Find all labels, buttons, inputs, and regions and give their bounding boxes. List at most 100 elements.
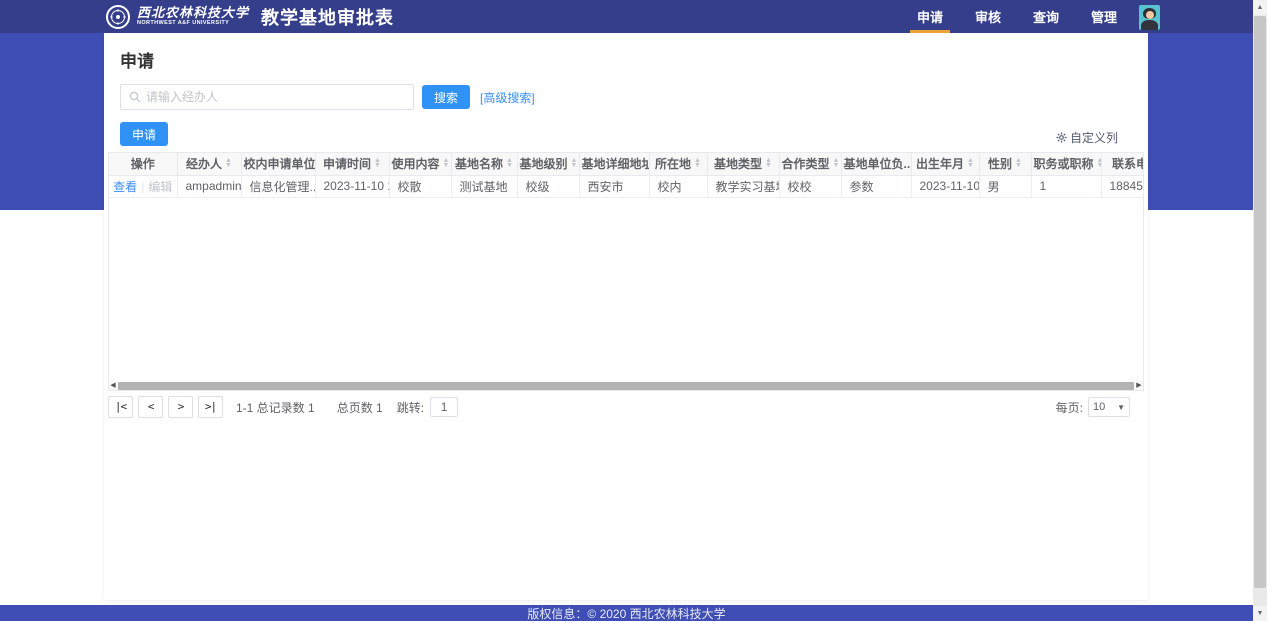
search-box[interactable] xyxy=(120,84,414,110)
page-viewport: 西北农林科技大学 NORTHWEST A&F UNIVERSITY 教学基地审批… xyxy=(0,0,1267,621)
table-header-row: 操作经办人▲▼校内申请单位▲▼申请时间▲▼使用内容▲▼基地名称▲▼基地级别▲▼基… xyxy=(109,153,1144,175)
column-label: 性别 xyxy=(988,155,1012,172)
sort-arrows-icon[interactable]: ▲▼ xyxy=(225,159,232,168)
vscroll-up-arrow-icon[interactable]: ▲ xyxy=(1253,0,1267,15)
search-icon xyxy=(129,91,141,103)
next-page-button[interactable]: > xyxy=(168,396,193,418)
copyright-footer: 版权信息：© 2020 西北农林科技大学 xyxy=(0,605,1253,621)
column-header-15[interactable]: 联系电话▲▼ xyxy=(1101,153,1144,175)
search-input[interactable] xyxy=(146,90,405,104)
column-label: 使用内容 xyxy=(392,155,440,172)
table-cell: 2023-11-10 xyxy=(911,175,979,197)
sort-arrows-icon[interactable]: ▲▼ xyxy=(765,159,772,168)
hscroll-left-arrow-icon[interactable]: ◀ xyxy=(109,381,117,390)
column-header-1[interactable]: 经办人▲▼ xyxy=(177,153,241,175)
table-cell: 信息化管理... xyxy=(241,175,315,197)
table-cell: 校散 xyxy=(389,175,451,197)
column-header-6[interactable]: 基地级别▲▼ xyxy=(517,153,579,175)
column-label: 联系电话 xyxy=(1112,155,1144,172)
column-header-4[interactable]: 使用内容▲▼ xyxy=(389,153,451,175)
sort-arrows-icon[interactable]: ▲▼ xyxy=(571,159,578,168)
edit-link[interactable]: 编辑 xyxy=(148,180,172,194)
customize-columns-button[interactable]: 自定义列 xyxy=(1056,129,1118,146)
advanced-search-link[interactable]: [高级搜索] xyxy=(480,89,535,106)
last-page-button[interactable]: >| xyxy=(198,396,223,418)
apply-button[interactable]: 申请 xyxy=(120,122,168,146)
column-header-11[interactable]: 基地单位负...▲▼ xyxy=(841,153,911,175)
hscroll-thumb[interactable] xyxy=(118,382,1134,390)
column-label: 申请时间 xyxy=(323,155,371,172)
content-card: 申请 搜索 [高级搜索] 申请 xyxy=(104,33,1148,600)
first-page-button[interactable]: |< xyxy=(108,396,133,418)
column-label: 校内申请单位 xyxy=(244,155,316,172)
top-header-bar: 西北农林科技大学 NORTHWEST A&F UNIVERSITY 教学基地审批… xyxy=(0,0,1253,33)
chevron-down-icon: ▼ xyxy=(1117,403,1125,412)
column-header-7[interactable]: 基地详细地址▲▼ xyxy=(579,153,649,175)
university-emblem xyxy=(109,8,127,26)
column-label: 合作类型 xyxy=(782,155,830,172)
vscroll-down-arrow-icon[interactable]: ▼ xyxy=(1253,606,1267,621)
nav-tab-0[interactable]: 申请 xyxy=(910,0,950,33)
search-row: 搜索 [高级搜索] xyxy=(120,84,1132,110)
table-cell: 1 xyxy=(1031,175,1101,197)
university-name-cn: 西北农林科技大学 xyxy=(137,6,249,19)
nav-tab-1[interactable]: 审核 xyxy=(968,0,1008,33)
avatar-face xyxy=(1146,11,1154,19)
column-header-2[interactable]: 校内申请单位▲▼ xyxy=(241,153,315,175)
column-label: 职务或职称 xyxy=(1034,155,1094,172)
table-cell: 西安市 xyxy=(579,175,649,197)
horizontal-scrollbar[interactable]: ◀ ▶ xyxy=(109,381,1143,390)
table-cell: 2023-11-10 1... xyxy=(315,175,389,197)
page-title: 申请 xyxy=(120,47,1132,72)
table-container: 操作经办人▲▼校内申请单位▲▼申请时间▲▼使用内容▲▼基地名称▲▼基地级别▲▼基… xyxy=(108,152,1144,391)
column-header-3[interactable]: 申请时间▲▼ xyxy=(315,153,389,175)
jump-page-input[interactable] xyxy=(430,397,458,417)
column-header-10[interactable]: 合作类型▲▼ xyxy=(779,153,841,175)
nav-tab-2[interactable]: 查询 xyxy=(1026,0,1066,33)
column-header-8[interactable]: 所在地▲▼ xyxy=(649,153,707,175)
sort-arrows-icon[interactable]: ▲▼ xyxy=(833,159,840,168)
sort-arrows-icon[interactable]: ▲▼ xyxy=(694,159,701,168)
per-page-select[interactable]: 10 ▼ xyxy=(1088,397,1130,417)
view-link[interactable]: 查看 xyxy=(113,180,137,194)
record-range-text: 1-1 总记录数 1 xyxy=(236,399,315,416)
column-header-12[interactable]: 出生年月▲▼ xyxy=(911,153,979,175)
column-header-9[interactable]: 基地类型▲▼ xyxy=(707,153,779,175)
prev-page-button[interactable]: < xyxy=(138,396,163,418)
column-header-14[interactable]: 职务或职称▲▼ xyxy=(1031,153,1101,175)
column-header-5[interactable]: 基地名称▲▼ xyxy=(451,153,517,175)
app-title: 教学基地审批表 xyxy=(261,4,394,30)
user-avatar[interactable] xyxy=(1139,5,1160,30)
search-button[interactable]: 搜索 xyxy=(422,85,470,109)
sort-arrows-icon[interactable]: ▲▼ xyxy=(374,159,381,168)
column-label: 基地详细地址 xyxy=(582,155,650,172)
sort-arrows-icon[interactable]: ▲▼ xyxy=(506,159,513,168)
sort-arrows-icon[interactable]: ▲▼ xyxy=(1015,159,1022,168)
hscroll-right-arrow-icon[interactable]: ▶ xyxy=(1135,381,1143,390)
vertical-scrollbar[interactable]: ▲ ▼ xyxy=(1253,0,1267,621)
nav-tab-3[interactable]: 管理 xyxy=(1084,0,1124,33)
column-label: 基地名称 xyxy=(455,155,503,172)
column-label: 所在地 xyxy=(655,155,691,172)
toolbar-row: 申请 自定义列 xyxy=(120,122,1132,146)
main-nav: 申请审核查询管理 xyxy=(901,0,1133,33)
table-cell: 测试基地 xyxy=(451,175,517,197)
table-cell: 校校 xyxy=(779,175,841,197)
gear-icon xyxy=(1056,132,1067,143)
pagination-bar: |< < > >| 1-1 总记录数 1 总页数 1 跳转: 每页: 10 ▼ xyxy=(108,396,1144,418)
per-page-label: 每页: xyxy=(1056,399,1083,416)
sort-arrows-icon[interactable]: ▲▼ xyxy=(443,159,450,168)
sort-arrows-icon[interactable]: ▲▼ xyxy=(1097,159,1101,168)
column-label: 基地级别 xyxy=(520,155,568,172)
column-label: 操作 xyxy=(131,155,155,172)
per-page-group: 每页: 10 ▼ xyxy=(1056,397,1130,417)
data-table: 操作经办人▲▼校内申请单位▲▼申请时间▲▼使用内容▲▼基地名称▲▼基地级别▲▼基… xyxy=(109,153,1144,198)
vscroll-thumb[interactable] xyxy=(1254,16,1266,588)
column-header-13[interactable]: 性别▲▼ xyxy=(979,153,1031,175)
sort-arrows-icon[interactable]: ▲▼ xyxy=(967,159,974,168)
total-pages-text: 总页数 1 xyxy=(337,399,383,416)
action-separator: | xyxy=(141,180,144,194)
table-body: 查看|编辑ampadmin信息化管理...2023-11-10 1...校散测试… xyxy=(109,175,1144,197)
row-actions-cell: 查看 | 编辑 xyxy=(109,175,177,197)
column-label: 出生年月 xyxy=(916,155,964,172)
